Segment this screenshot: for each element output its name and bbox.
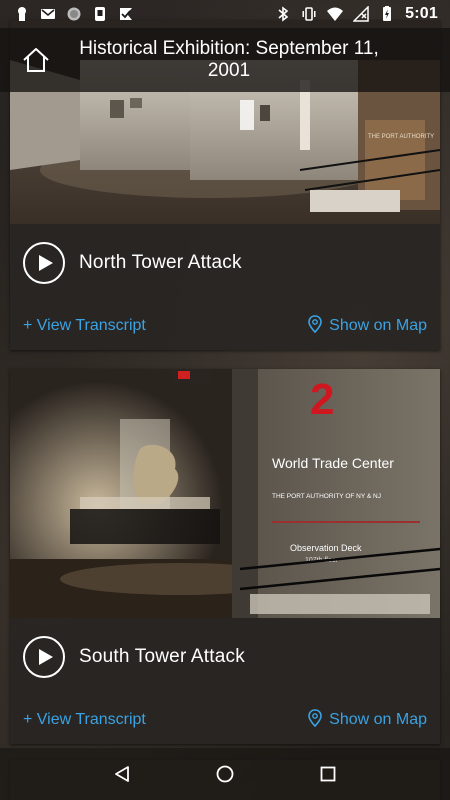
home-circle-icon <box>216 765 234 783</box>
photo-caption-observation: Observation Deck <box>290 543 362 553</box>
show-on-map-label: Show on Map <box>329 711 427 728</box>
nav-home-button[interactable] <box>205 754 245 794</box>
vibrate-icon <box>301 6 317 22</box>
keyhole-icon <box>14 6 30 22</box>
nav-recents-button[interactable] <box>308 754 348 794</box>
photo-caption-wtc: World Trade Center <box>272 455 394 471</box>
play-icon <box>38 255 53 271</box>
audio-row: South Tower Attack <box>10 618 440 696</box>
show-on-map-link[interactable]: Show on Map <box>307 708 427 732</box>
card-title: North Tower Attack <box>79 252 242 273</box>
back-icon <box>114 766 129 782</box>
system-nav-bar <box>0 748 450 800</box>
card-title: South Tower Attack <box>79 646 245 667</box>
recents-icon <box>320 766 336 782</box>
nav-back-button[interactable] <box>102 754 142 794</box>
status-time: 5:01 <box>405 5 438 22</box>
wifi-icon <box>327 6 344 22</box>
card-actions: + View Transcript Show on Map <box>10 302 440 350</box>
gmail-icon <box>40 6 56 22</box>
page-title: Historical Exhibition: September 11, 200… <box>79 38 379 81</box>
audio-row: North Tower Attack <box>10 224 440 302</box>
photo-number-2: 2 <box>310 375 334 424</box>
play-icon <box>38 649 53 665</box>
photo-caption-port-authority: THE PORT AUTHORITY OF NY & NJ <box>272 493 381 500</box>
play-button[interactable] <box>23 636 65 678</box>
view-transcript-link[interactable]: + View Transcript <box>23 711 146 729</box>
view-transcript-link[interactable]: + View Transcript <box>23 317 146 335</box>
sync-icon <box>66 6 82 22</box>
show-on-map-link[interactable]: Show on Map <box>307 314 427 338</box>
phone-icon <box>92 6 108 22</box>
home-icon <box>23 48 49 72</box>
play-button[interactable] <box>23 242 65 284</box>
home-button[interactable] <box>8 32 64 88</box>
bluetooth-icon <box>275 6 291 22</box>
photo-caption-port-authority: THE PORT AUTHORITY <box>368 134 434 140</box>
status-right-icons: 5:01 <box>275 5 438 23</box>
map-pin-icon <box>307 708 323 732</box>
audio-card-south: 2 World Trade Center THE PORT AUTHORITY … <box>10 369 440 744</box>
check-flag-icon <box>118 6 134 22</box>
status-left-icons <box>14 6 134 22</box>
card-actions: + View Transcript Show on Map <box>10 696 440 744</box>
no-signal-icon <box>353 6 369 22</box>
app-header: Historical Exhibition: September 11, 200… <box>0 28 450 92</box>
status-bar: 5:01 <box>0 0 450 28</box>
show-on-map-label: Show on Map <box>329 317 427 334</box>
map-pin-icon <box>307 314 323 338</box>
battery-charging-icon <box>379 6 395 22</box>
card-photo[interactable]: 2 World Trade Center THE PORT AUTHORITY … <box>10 369 440 618</box>
